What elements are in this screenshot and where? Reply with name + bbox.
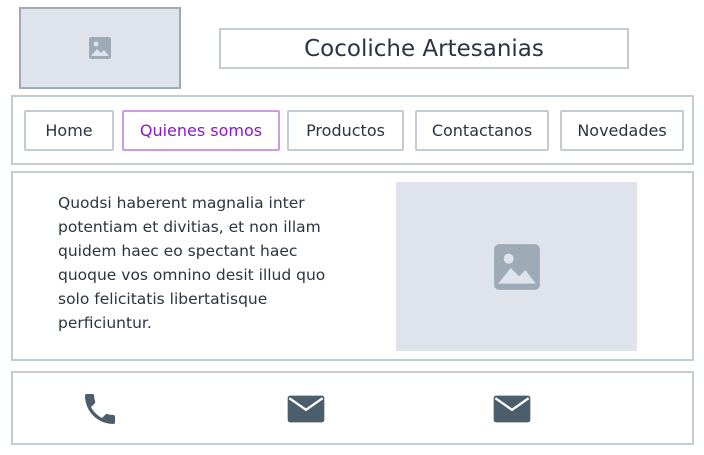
content-paragraph: Quodsi haberent magnalia inter potentiam…	[58, 194, 326, 332]
mail-icon[interactable]	[286, 389, 326, 429]
nav-home-label: Home	[45, 121, 93, 140]
image-placeholder-icon	[493, 243, 540, 290]
nav-novedades-button[interactable]: Novedades	[560, 110, 684, 151]
nav-productos-label: Productos	[306, 121, 385, 140]
main-navigation: Home Quienes somos Productos Contactanos…	[11, 95, 694, 165]
image-placeholder-icon	[89, 37, 111, 59]
footer-contact-bar	[11, 371, 694, 445]
nav-quienes-somos-label: Quienes somos	[139, 121, 263, 140]
nav-contactanos-button[interactable]: Contactanos	[415, 110, 549, 151]
nav-novedades-label: Novedades	[577, 121, 667, 140]
phone-icon[interactable]	[80, 389, 120, 429]
content-section: Quodsi haberent magnalia inter potentiam…	[11, 171, 694, 361]
nav-productos-button[interactable]: Productos	[287, 110, 404, 151]
site-title-box: Cocoliche Artesanias	[219, 28, 629, 69]
content-image-placeholder	[396, 182, 637, 351]
logo-placeholder	[19, 7, 181, 89]
nav-quienes-somos-button[interactable]: Quienes somos	[122, 110, 280, 151]
site-title: Cocoliche Artesanias	[304, 35, 544, 62]
nav-contactanos-label: Contactanos	[431, 121, 533, 140]
nav-home-button[interactable]: Home	[24, 110, 114, 151]
mail-icon[interactable]	[492, 389, 532, 429]
